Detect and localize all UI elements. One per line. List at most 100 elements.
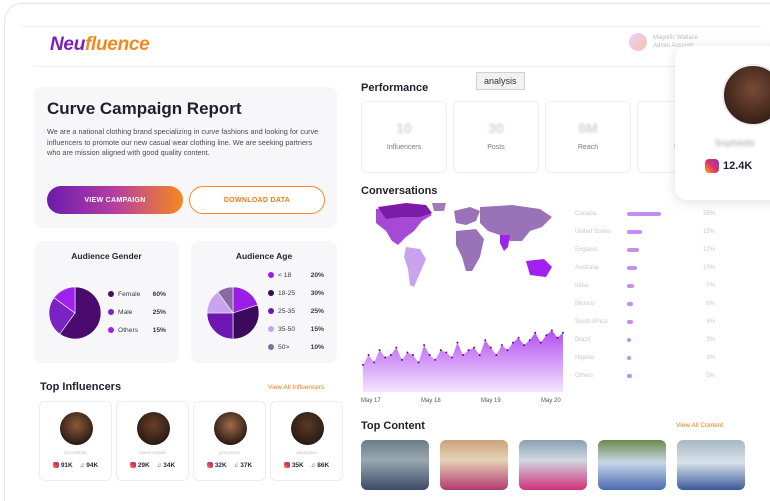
legend-dot	[268, 326, 274, 332]
country-value: 7%	[706, 283, 715, 289]
stat-value: 10	[396, 120, 412, 136]
influencer-card[interactable]: naeemurstale 29K ♫ 34K	[116, 401, 189, 481]
featured-influencer-card[interactable]: Sophielle 12.4K	[675, 46, 770, 200]
area-point	[417, 361, 420, 364]
analysis-tooltip: analysis	[476, 72, 525, 90]
map-india	[500, 235, 510, 251]
country-name: Others	[575, 373, 594, 379]
country-name: Brazil	[575, 337, 591, 343]
area-point	[517, 336, 520, 339]
performance-stat-reach: 8M Reach	[545, 101, 631, 173]
country-value: 10%	[702, 265, 715, 271]
stat-value: 8M	[578, 120, 598, 136]
area-point	[562, 331, 564, 334]
country-row: England 12%	[575, 241, 715, 259]
legend-dot	[108, 309, 114, 315]
view-campaign-button[interactable]: VIEW CAMPAIGN	[47, 186, 183, 214]
influencer-name: naeemurstale	[138, 450, 167, 455]
content-thumbnail[interactable]	[361, 440, 429, 490]
avatar	[137, 412, 170, 445]
country-bar	[627, 374, 632, 378]
map-greenland	[432, 203, 446, 211]
campaign-report-card: Curve Campaign Report We are a national …	[34, 87, 337, 228]
country-value: 3%	[706, 355, 715, 361]
tiktok-icon: ♫	[156, 463, 162, 469]
content-thumbnail[interactable]	[598, 440, 666, 490]
country-value: 6%	[706, 319, 715, 325]
area-point	[412, 354, 414, 356]
area-point	[512, 341, 514, 344]
age-legend: < 18 20% 18-25 30% 25-35 25% 35-50 15% 50> 10%	[268, 266, 324, 356]
legend-label: < 18	[278, 271, 292, 279]
area-point	[550, 329, 553, 332]
country-bar	[627, 356, 631, 360]
content-thumbnail[interactable]	[440, 440, 508, 490]
header-divider	[34, 66, 734, 67]
area-point	[456, 341, 459, 344]
map-europe	[454, 207, 480, 225]
country-row: Brazil 3%	[575, 331, 715, 349]
map-africa	[456, 229, 484, 271]
country-bar-track	[627, 374, 689, 378]
area-point	[367, 354, 370, 356]
legend-label: 50>	[278, 343, 290, 351]
download-data-button[interactable]: DOWNLOAD DATA	[189, 186, 325, 214]
profile-name: Magnific Wallace	[653, 35, 699, 41]
country-value: 15%	[702, 229, 715, 235]
country-bar-track	[627, 356, 689, 360]
content-thumbnail[interactable]	[519, 440, 587, 490]
x-tick-label: May 17	[361, 398, 381, 404]
content-thumbnail[interactable]	[677, 440, 745, 490]
performance-stat-influencers: 10 Influencers	[361, 101, 447, 173]
influencer-name: bonnahbite	[64, 450, 87, 455]
country-bar-track	[627, 320, 689, 324]
country-name: India	[575, 283, 589, 289]
area-point	[506, 349, 509, 352]
gender-legend-row: Others 15%	[108, 321, 166, 339]
country-value: 12%	[702, 247, 715, 253]
area-point	[545, 334, 548, 337]
country-row: India 7%	[575, 277, 715, 295]
country-bar-track	[627, 230, 689, 234]
age-legend-row: 50> 10%	[268, 338, 324, 356]
country-name: Nigeria	[575, 355, 595, 361]
age-slice-2	[206, 312, 234, 340]
country-row: Canada 35%	[575, 205, 715, 223]
influencer-card[interactable]: danasplus 35K ♫ 86K	[270, 401, 343, 481]
gender-pie	[48, 286, 102, 340]
world-map	[376, 203, 552, 287]
country-row: South Africa 6%	[575, 313, 715, 331]
influencer-card[interactable]: bonnahbite 91K ♫ 94K	[39, 401, 112, 481]
age-legend-row: 35-50 15%	[268, 320, 324, 338]
area-point	[556, 336, 559, 339]
area-point	[462, 354, 464, 356]
country-bar	[627, 320, 633, 324]
area-point	[467, 349, 470, 352]
age-legend-row: 18-25 30%	[268, 284, 324, 302]
country-value: 35%	[702, 211, 715, 217]
brand-logo[interactable]: Neufluence	[50, 34, 150, 56]
area-point	[428, 354, 431, 356]
influencer-card[interactable]: jynheneda 32K ♫ 37K	[193, 401, 266, 481]
page-title: Curve Campaign Report	[47, 99, 242, 118]
area-point	[434, 358, 437, 361]
area-point	[500, 344, 503, 347]
tiktok-icon: ♫	[233, 463, 239, 469]
view-all-influencers-link[interactable]: View All Influencers	[268, 384, 324, 391]
stat-label: Reach	[577, 144, 599, 151]
area-point	[423, 344, 426, 347]
influencer-stats: 35K ♫ 86K	[271, 462, 342, 469]
country-row: United States 15%	[575, 223, 715, 241]
x-tick-label: May 19	[481, 398, 501, 404]
country-value: 3%	[706, 337, 715, 343]
country-name: Australia	[575, 265, 599, 271]
tiktok-icon: ♫	[310, 463, 316, 469]
view-all-content-link[interactable]: View All Content	[676, 422, 723, 429]
legend-label: Male	[118, 308, 133, 316]
country-bar	[627, 212, 661, 216]
map-south-america	[404, 247, 426, 287]
country-row: Others 5%	[575, 367, 715, 385]
area-point	[539, 341, 542, 344]
instagram-count: 32K	[206, 462, 227, 469]
instagram-icon	[129, 462, 136, 468]
